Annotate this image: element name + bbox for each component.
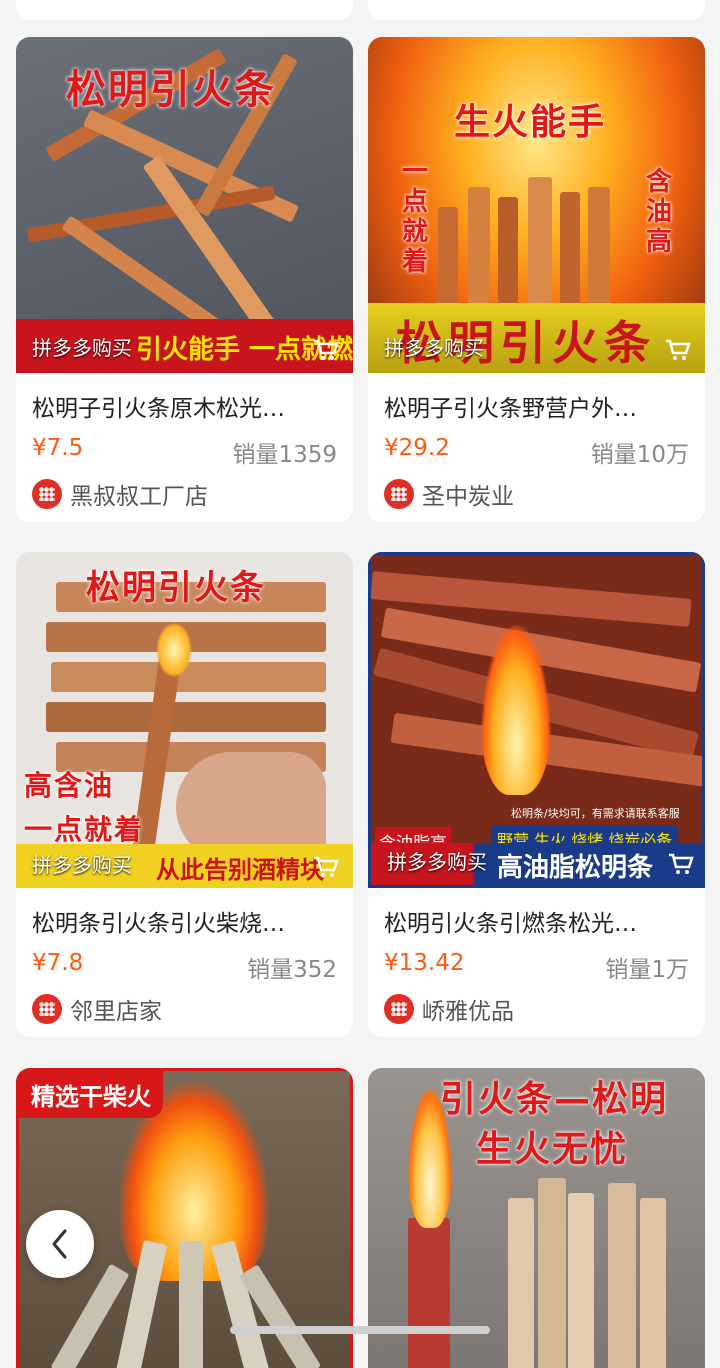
product-card[interactable]: 引火条—松明 生火无忧 [368,1068,705,1368]
store-name: 邻里店家 [70,999,162,1025]
store-row[interactable]: 邻里店家 [32,993,162,1025]
chevron-left-icon [52,1229,67,1259]
image-overlay-text: 精选干柴火 [19,1071,163,1118]
pinduoduo-label: 拼多多购买 [32,336,132,360]
product-card[interactable]: 松明引火条 引火能手 一点就燃 拼多多购买 松明子引火条原木松光… ¥7.5 销… [16,37,353,522]
product-card[interactable]: 生火能手 一点就着 含油高 松明引火条 拼多多购买 松明子引火条野营户外… ¥2… [368,37,705,522]
product-image[interactable]: 生火能手 一点就着 含油高 松明引火条 拼多多购买 [368,37,705,373]
cart-icon[interactable] [665,339,691,361]
cart-icon[interactable] [313,339,339,361]
store-name: 峤雅优品 [422,999,514,1025]
pinduoduo-logo-icon [32,994,62,1024]
image-overlay-text: 松明引火条 [86,568,266,608]
pinduoduo-bar[interactable]: 松明引火条 拼多多购买 [368,303,705,373]
image-overlay-text: 生火能手 [454,102,607,143]
image-overlay-text: 一点就着 [402,157,431,277]
image-overlay-text: 生火无忧 [476,1129,629,1170]
product-title[interactable]: 松明引火条引燃条松光… [384,904,689,938]
product-card-partial[interactable] [16,0,353,20]
product-price: ¥7.8 [32,950,84,976]
pinduoduo-logo-icon [384,479,414,509]
product-price: ¥13.42 [384,950,465,976]
store-row[interactable]: 黑叔叔工厂店 [32,478,208,510]
image-overlay-text: 一点就着 [24,813,145,846]
image-overlay-text: 从此告别酒精块 [156,856,324,884]
store-row[interactable]: 峤雅优品 [384,993,514,1025]
image-overlay-text: 高油脂松明条 [497,853,654,883]
product-image[interactable]: 引火条—松明 生火无忧 [368,1068,705,1368]
product-card[interactable]: 松明引火条 高含油 一点就着 从此告别酒精块 拼多多购买 松明条引火条引火柴烧…… [16,552,353,1037]
pinduoduo-bar[interactable]: 高油脂松明条 拼多多购买 [371,843,702,885]
pinduoduo-bar[interactable]: 引火能手 一点就燃 拼多多购买 [16,319,353,373]
store-row[interactable]: 圣中炭业 [384,478,514,510]
product-card[interactable]: 松明条/块均可，有需求请联系客服 野营 生火 烧烤 烧炭必备 含油脂高 高油脂松… [368,552,705,1037]
product-sales: 销量352 [247,957,337,983]
image-overlay-text: 松明条/块均可，有需求请联系客服 [511,807,680,820]
product-price: ¥7.5 [32,435,84,461]
store-name: 黑叔叔工厂店 [70,484,208,510]
pinduoduo-logo-icon [32,479,62,509]
pinduoduo-label: 拼多多购买 [387,850,487,874]
pinduoduo-label: 拼多多购买 [384,336,484,360]
cart-icon[interactable] [668,853,694,875]
image-overlay-text: 松明引火条 [66,67,276,113]
store-name: 圣中炭业 [422,484,514,510]
pinduoduo-logo-icon [384,994,414,1024]
product-card-partial[interactable] [368,0,705,20]
image-overlay-text: 高含油 [24,769,115,802]
image-overlay-text: 引火条—松明 [440,1079,669,1120]
back-button[interactable] [26,1210,94,1278]
product-image[interactable]: 松明引火条 引火能手 一点就燃 拼多多购买 [16,37,353,373]
pinduoduo-bar[interactable]: 从此告别酒精块 拼多多购买 [16,844,353,888]
home-indicator[interactable] [230,1326,490,1334]
pinduoduo-label: 拼多多购买 [32,853,132,877]
product-title[interactable]: 松明子引火条原木松光… [32,389,337,423]
product-sales: 销量1万 [605,957,689,983]
product-sales: 销量1359 [232,442,337,468]
product-title[interactable]: 松明条引火条引火柴烧… [32,904,337,938]
product-price: ¥29.2 [384,435,450,461]
product-title[interactable]: 松明子引火条野营户外… [384,389,689,423]
product-sales: 销量10万 [590,442,689,468]
cart-icon[interactable] [313,856,339,878]
product-image[interactable]: 松明引火条 高含油 一点就着 从此告别酒精块 拼多多购买 [16,552,353,888]
product-image[interactable]: 松明条/块均可，有需求请联系客服 野营 生火 烧烤 烧炭必备 含油脂高 高油脂松… [368,552,705,888]
image-overlay-text: 含油高 [646,167,675,257]
